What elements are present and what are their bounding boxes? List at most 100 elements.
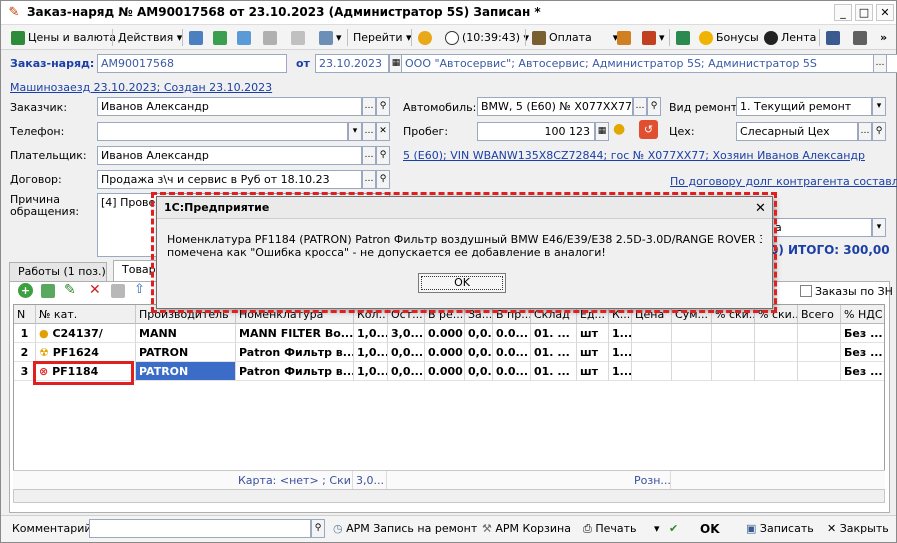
partial-dropdown-field[interactable]: а bbox=[771, 218, 872, 237]
row1-sum[interactable] bbox=[672, 324, 712, 343]
row2-qty[interactable]: 1,0... bbox=[354, 343, 388, 362]
arm-repair-button[interactable]: ◷ АРМ Запись на ремонт bbox=[333, 522, 477, 535]
row1-maker[interactable]: MANN bbox=[136, 324, 236, 343]
toolbar-doc-icon-1[interactable] bbox=[189, 28, 206, 47]
arrival-link[interactable]: Машинозаезд 23.10.2023; Создан 23.10.202… bbox=[10, 81, 272, 94]
row3-maker[interactable]: PATRON bbox=[136, 362, 236, 381]
add-row-icon[interactable]: + bbox=[18, 283, 33, 298]
row1-total[interactable] bbox=[798, 324, 841, 343]
row3-discount1[interactable] bbox=[712, 362, 755, 381]
contract-search-button[interactable]: ⚲ bbox=[376, 170, 390, 189]
row1-warehouse[interactable]: 01. ... bbox=[531, 324, 577, 343]
toolbar-list-icon[interactable] bbox=[853, 28, 870, 47]
row3-price[interactable] bbox=[632, 362, 672, 381]
repair-type-dropdown[interactable]: ▾ bbox=[872, 97, 886, 116]
delete-row-icon[interactable]: ✕ bbox=[89, 282, 101, 298]
phone-field[interactable] bbox=[97, 122, 348, 141]
save-button[interactable]: ▣ Записать bbox=[746, 522, 814, 535]
toolbar-doc-icon-2[interactable] bbox=[213, 28, 230, 47]
customer-field[interactable]: Иванов Александр bbox=[97, 97, 362, 116]
row3-total[interactable] bbox=[798, 362, 841, 381]
row2-sum[interactable] bbox=[672, 343, 712, 362]
row3-unit[interactable]: шт bbox=[577, 362, 609, 381]
row3-name[interactable]: Patron Фильтр в... bbox=[236, 362, 354, 381]
customer-search-button[interactable]: ⚲ bbox=[376, 97, 390, 116]
toolbar-structure-icon[interactable] bbox=[826, 28, 843, 47]
payer-select-button[interactable]: … bbox=[362, 146, 376, 165]
phone-dropdown-button[interactable]: ▾ bbox=[348, 122, 362, 141]
minimize-button[interactable]: _ bbox=[834, 4, 852, 21]
customer-select-button[interactable]: … bbox=[362, 97, 376, 116]
move-up-icon[interactable]: ⇧ bbox=[134, 282, 145, 297]
row2-cat-cell[interactable]: ☢ PF1624 bbox=[36, 343, 136, 362]
row1-discount1[interactable] bbox=[712, 324, 755, 343]
col-header-vat[interactable]: % НДС bbox=[841, 305, 884, 324]
row1-qty[interactable]: 1,0... bbox=[354, 324, 388, 343]
row3-discount2[interactable] bbox=[755, 362, 798, 381]
toolbar-gift-icon[interactable]: ▾ bbox=[642, 28, 665, 47]
row3-za[interactable]: 0,0... bbox=[465, 362, 493, 381]
horizontal-scrollbar[interactable] bbox=[13, 489, 885, 503]
row2-rest[interactable]: 0,0... bbox=[388, 343, 425, 362]
row1-name[interactable]: MANN FILTER Bo... bbox=[236, 324, 354, 343]
row3-vpr[interactable]: 0.0... bbox=[493, 362, 531, 381]
debt-link[interactable]: По договору долг контрагента составля... bbox=[670, 175, 897, 188]
col-header-n[interactable]: N bbox=[14, 305, 36, 324]
toolbar-sign-icon[interactable] bbox=[617, 28, 634, 47]
payer-search-button[interactable]: ⚲ bbox=[376, 146, 390, 165]
actions-menu[interactable]: Действия ▾ bbox=[118, 28, 182, 47]
toolbar-doc-icon-3[interactable] bbox=[237, 28, 254, 47]
row1-n[interactable]: 1 bbox=[14, 324, 36, 343]
toolbar-more-button[interactable]: » bbox=[880, 28, 887, 47]
toolbar-move-icon[interactable]: ▾ bbox=[319, 28, 342, 47]
phone-select-button[interactable]: … bbox=[362, 122, 376, 141]
refresh-mileage-icon[interactable]: ↺ bbox=[639, 120, 658, 139]
organization-field[interactable]: ООО "Автосервис"; Автосервис; Администра… bbox=[401, 54, 897, 73]
row1-reserve[interactable]: 0.000 bbox=[425, 324, 465, 343]
car-field[interactable]: BMW, 5 (E60) № Х077ХХ77 VI bbox=[477, 97, 633, 116]
close-button[interactable]: ✕ Закрыть bbox=[827, 522, 889, 535]
date-field[interactable]: 23.10.2023 bbox=[315, 54, 389, 73]
row2-discount2[interactable] bbox=[755, 343, 798, 362]
row3-sum[interactable] bbox=[672, 362, 712, 381]
partial-dropdown-button[interactable]: ▾ bbox=[872, 218, 886, 237]
contract-select-button[interactable]: … bbox=[362, 170, 376, 189]
copy-row-icon[interactable] bbox=[41, 284, 55, 298]
row1-discount2[interactable] bbox=[755, 324, 798, 343]
orders-checkbox[interactable] bbox=[800, 285, 812, 297]
col-header-total[interactable]: Всего bbox=[798, 305, 841, 324]
row2-maker[interactable]: PATRON bbox=[136, 343, 236, 362]
shop-field[interactable]: Слесарный Цех bbox=[736, 122, 858, 141]
car-select-button[interactable]: … bbox=[633, 97, 647, 116]
shop-select-button[interactable]: … bbox=[858, 122, 872, 141]
toolbar-store-icon[interactable] bbox=[676, 28, 693, 47]
row3-vat[interactable]: Без ... bbox=[841, 362, 884, 381]
prices-button[interactable]: Цены и валюта bbox=[11, 28, 116, 47]
row2-total[interactable] bbox=[798, 343, 841, 362]
vehicle-info-link[interactable]: 5 (E60); VIN WBANW135X8CZ72844; гос № Х0… bbox=[403, 149, 865, 162]
row2-za[interactable]: 0,0... bbox=[465, 343, 493, 362]
goto-menu[interactable]: Перейти ▾ bbox=[353, 28, 412, 47]
phone-clear-button[interactable]: ✕ bbox=[376, 122, 390, 141]
comment-field[interactable] bbox=[89, 519, 311, 538]
row2-discount1[interactable] bbox=[712, 343, 755, 362]
tape-button[interactable]: Лента bbox=[764, 28, 816, 47]
help-button[interactable] bbox=[418, 28, 435, 47]
row3-rest[interactable]: 0,0... bbox=[388, 362, 425, 381]
payer-field[interactable]: Иванов Александр bbox=[97, 146, 362, 165]
comment-search-button[interactable]: ⚲ bbox=[311, 519, 325, 538]
row1-cat-cell[interactable]: ● C24137/ bbox=[36, 324, 136, 343]
row1-za[interactable]: 0,0... bbox=[465, 324, 493, 343]
row2-name[interactable]: Patron Фильтр в... bbox=[236, 343, 354, 362]
row2-price[interactable] bbox=[632, 343, 672, 362]
row1-unit[interactable]: шт bbox=[577, 324, 609, 343]
close-window-button[interactable]: ✕ bbox=[876, 4, 894, 21]
time-button[interactable]: (10:39:43) ▾ bbox=[445, 28, 529, 47]
row2-reserve[interactable]: 0.000 bbox=[425, 343, 465, 362]
row1-price[interactable] bbox=[632, 324, 672, 343]
row1-rest[interactable]: 3,0... bbox=[388, 324, 425, 343]
tab-works[interactable]: Работы (1 поз.) bbox=[9, 262, 107, 281]
row2-n[interactable]: 2 bbox=[14, 343, 36, 362]
row2-warehouse[interactable]: 01. ... bbox=[531, 343, 577, 362]
contract-field[interactable]: Продажа з\ч и сервис в Руб от 18.10.23 bbox=[97, 170, 362, 189]
